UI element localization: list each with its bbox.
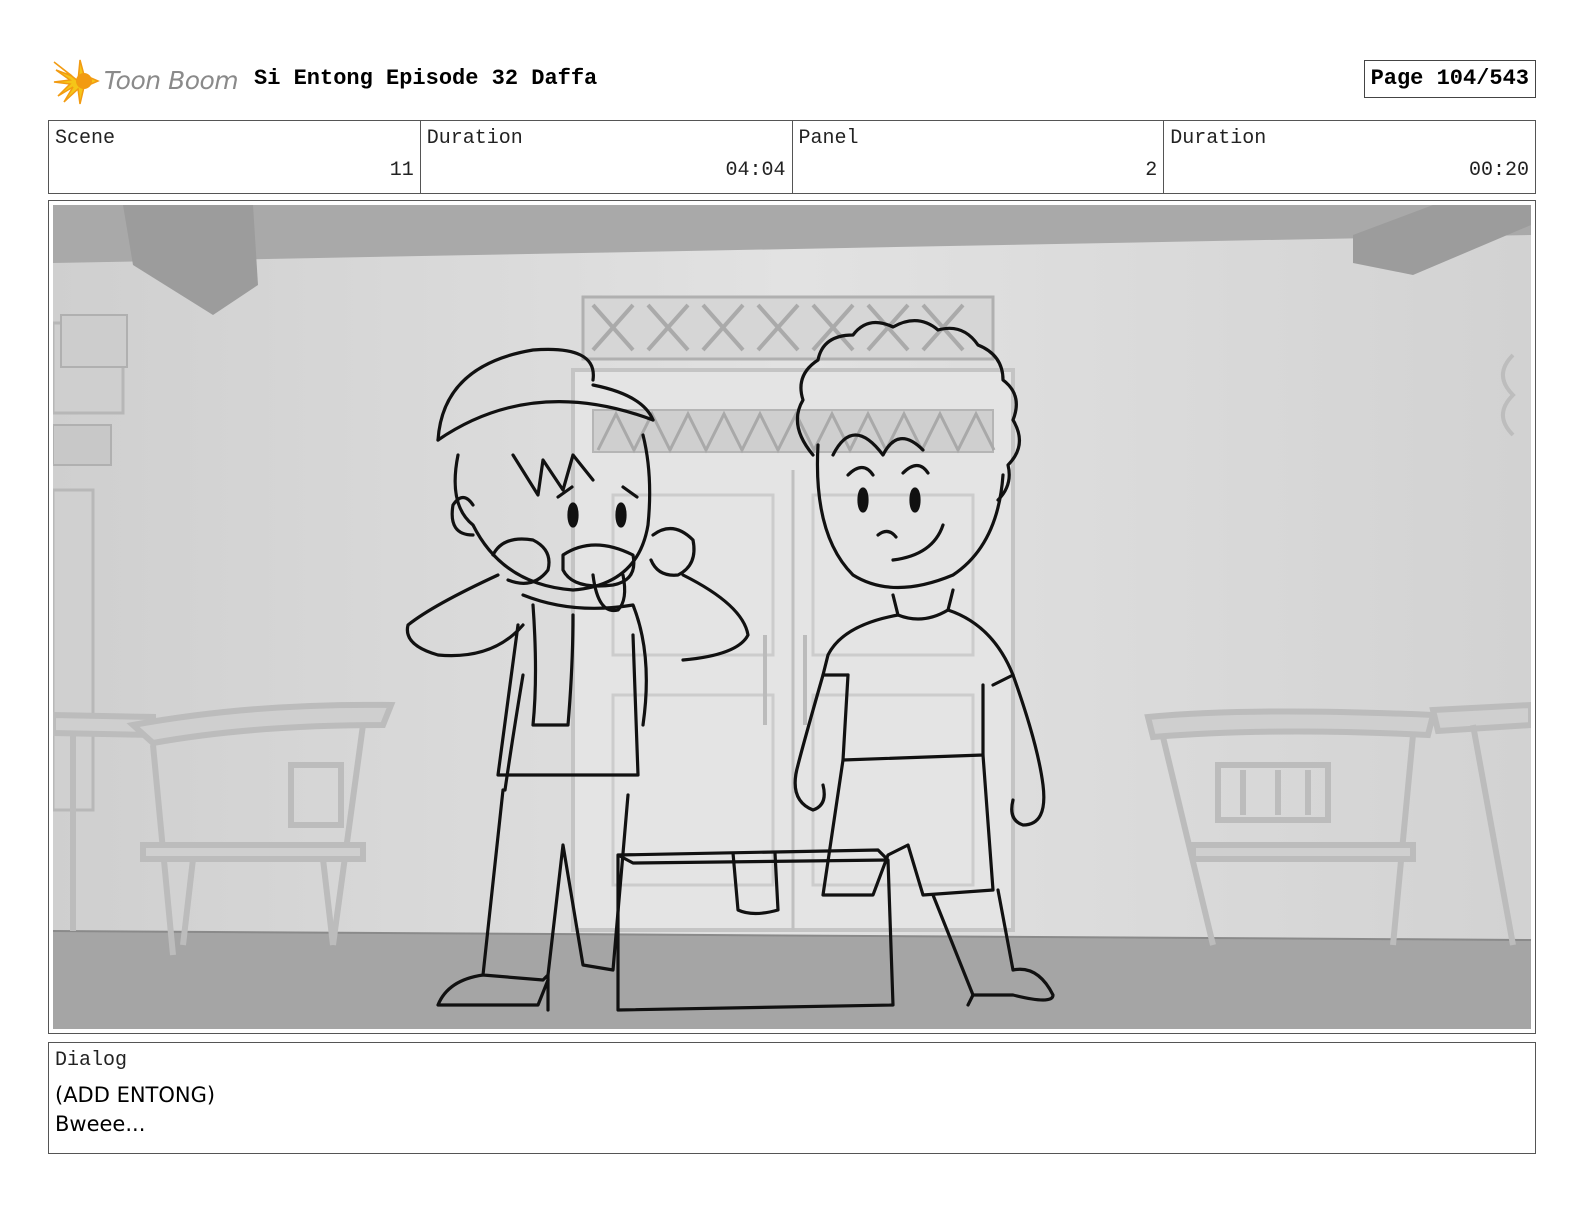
scene-info-table: Scene 11 Duration 04:04 Panel 2 Duration…	[48, 120, 1536, 194]
storyboard-panel	[48, 200, 1536, 1034]
dialog-label: Dialog	[55, 1049, 128, 1072]
logo-text: Toon Boom	[104, 66, 239, 95]
dialog-box: Dialog (ADD ENTONG) Bweee...	[48, 1042, 1536, 1154]
scene-label: Scene	[55, 127, 116, 150]
scene-duration-cell: Duration 04:04	[421, 121, 793, 193]
scene-cell: Scene 11	[49, 121, 421, 193]
scene-duration-value: 04:04	[725, 159, 786, 182]
page-indicator: Page 104/543	[1363, 60, 1536, 98]
panel-sketch-image	[53, 205, 1531, 1029]
panel-duration-label: Duration	[1170, 127, 1267, 150]
dialog-line-2: Bweee...	[55, 1112, 146, 1136]
panel-label: Panel	[798, 127, 859, 150]
toon-boom-logo: Toon Boom	[52, 56, 242, 106]
scene-value: 11	[389, 159, 414, 182]
project-title: Si Entong Episode 32 Daffa	[254, 66, 598, 91]
panel-duration-cell: Duration 00:20	[1164, 121, 1535, 193]
storyboard-header: Toon Boom Si Entong Episode 32 Daffa Pag…	[48, 52, 1536, 110]
panel-value: 2	[1145, 159, 1158, 182]
dialog-text: (ADD ENTONG) Bweee...	[55, 1081, 215, 1139]
panel-cell: Panel 2	[793, 121, 1165, 193]
dialog-line-1: (ADD ENTONG)	[55, 1083, 216, 1107]
scene-duration-label: Duration	[426, 127, 523, 150]
starburst-icon	[53, 59, 100, 105]
panel-duration-value: 00:20	[1468, 159, 1529, 182]
